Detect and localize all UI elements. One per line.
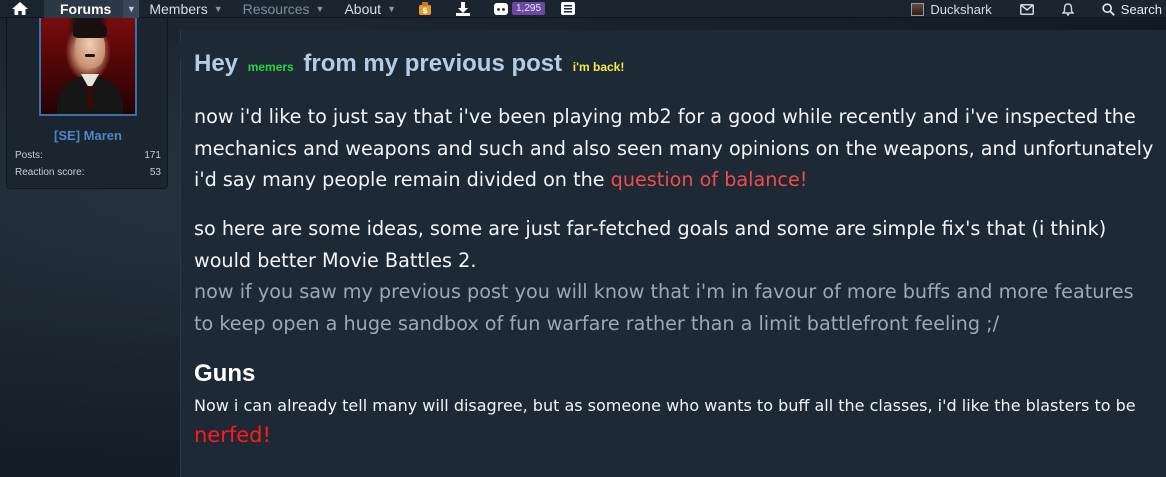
paragraph-ideas: so here are some ideas, some are just fa… (194, 217, 1107, 272)
nav-tab-members[interactable]: Members ▼ (139, 0, 232, 18)
post-body: Hey memers from my previous post i'm bac… (172, 30, 1166, 477)
top-navbar: Forums ▼ Members ▼ Resources ▼ About ▼ $… (0, 0, 1166, 18)
avatar (911, 2, 925, 16)
chevron-down-icon: ▼ (213, 3, 223, 14)
nav-tab-members-label: Members (149, 0, 208, 17)
nav-tab-forums[interactable]: Forums ▼ (44, 0, 140, 18)
discord-icon[interactable]: 1,295 (482, 0, 549, 18)
download-icon[interactable] (444, 0, 482, 18)
account-menu[interactable]: Duckshark (897, 2, 1005, 17)
author-name[interactable]: [SE] Maren (7, 128, 169, 143)
home-icon[interactable] (0, 0, 40, 18)
balance-highlight: question of balance! (610, 168, 808, 191)
chevron-down-icon[interactable]: ▼ (123, 0, 140, 18)
chevron-down-icon: ▼ (387, 3, 396, 14)
svg-text:$: $ (422, 6, 428, 15)
post-title: Hey memers from my previous post i'm bac… (194, 50, 624, 78)
avatar-hair (73, 22, 107, 38)
title-memers: memers (247, 60, 294, 74)
paragraph-previous-post: now if you saw my previous post you will… (194, 280, 1134, 335)
paragraph-intro: now i'd like to just say that i've been … (194, 101, 1154, 196)
search-icon (1102, 2, 1115, 16)
posts-label: Posts: (15, 150, 43, 161)
reaction-label: Reaction score: (15, 167, 85, 178)
post-author-card: [SE] Maren Posts: 171 Reaction score: 53 (6, 18, 168, 189)
nerfed-highlight: nerfed! (194, 423, 271, 447)
title-main: from my previous post (303, 50, 563, 77)
search-button[interactable]: Search (1088, 2, 1166, 17)
reaction-score-stat: Reaction score: 53 (15, 167, 161, 178)
discord-count-badge: 1,295 (511, 2, 546, 15)
nav-tab-resources-label: Resources (242, 0, 310, 17)
search-label: Search (1120, 1, 1162, 17)
nav-tab-about[interactable]: About ▼ (334, 0, 406, 18)
list-icon[interactable] (549, 0, 587, 18)
posts-stat: Posts: 171 (15, 150, 161, 161)
bell-icon[interactable] (1048, 0, 1088, 18)
posts-value: 171 (144, 150, 161, 161)
avatar-tie (87, 86, 93, 108)
nav-tab-forums-label: Forums (60, 0, 112, 17)
section-heading-guns: Guns (194, 360, 256, 387)
nav-account-area: Duckshark Search (897, 0, 1166, 18)
chevron-down-icon: ▼ (315, 3, 325, 14)
title-hey: Hey (194, 50, 239, 77)
inbox-icon[interactable] (1006, 0, 1048, 18)
paragraph-guns: Now i can already tell many will disagre… (194, 396, 1136, 415)
nav-tab-about-label: About (344, 0, 382, 17)
author-avatar[interactable] (39, 18, 137, 116)
title-back: i'm back! (572, 60, 625, 74)
avatar-mustache (85, 54, 95, 57)
username: Duckshark (930, 1, 992, 17)
nav-tab-resources[interactable]: Resources ▼ (233, 0, 335, 18)
donate-icon[interactable]: $ (406, 0, 444, 18)
reaction-value: 53 (149, 167, 161, 178)
